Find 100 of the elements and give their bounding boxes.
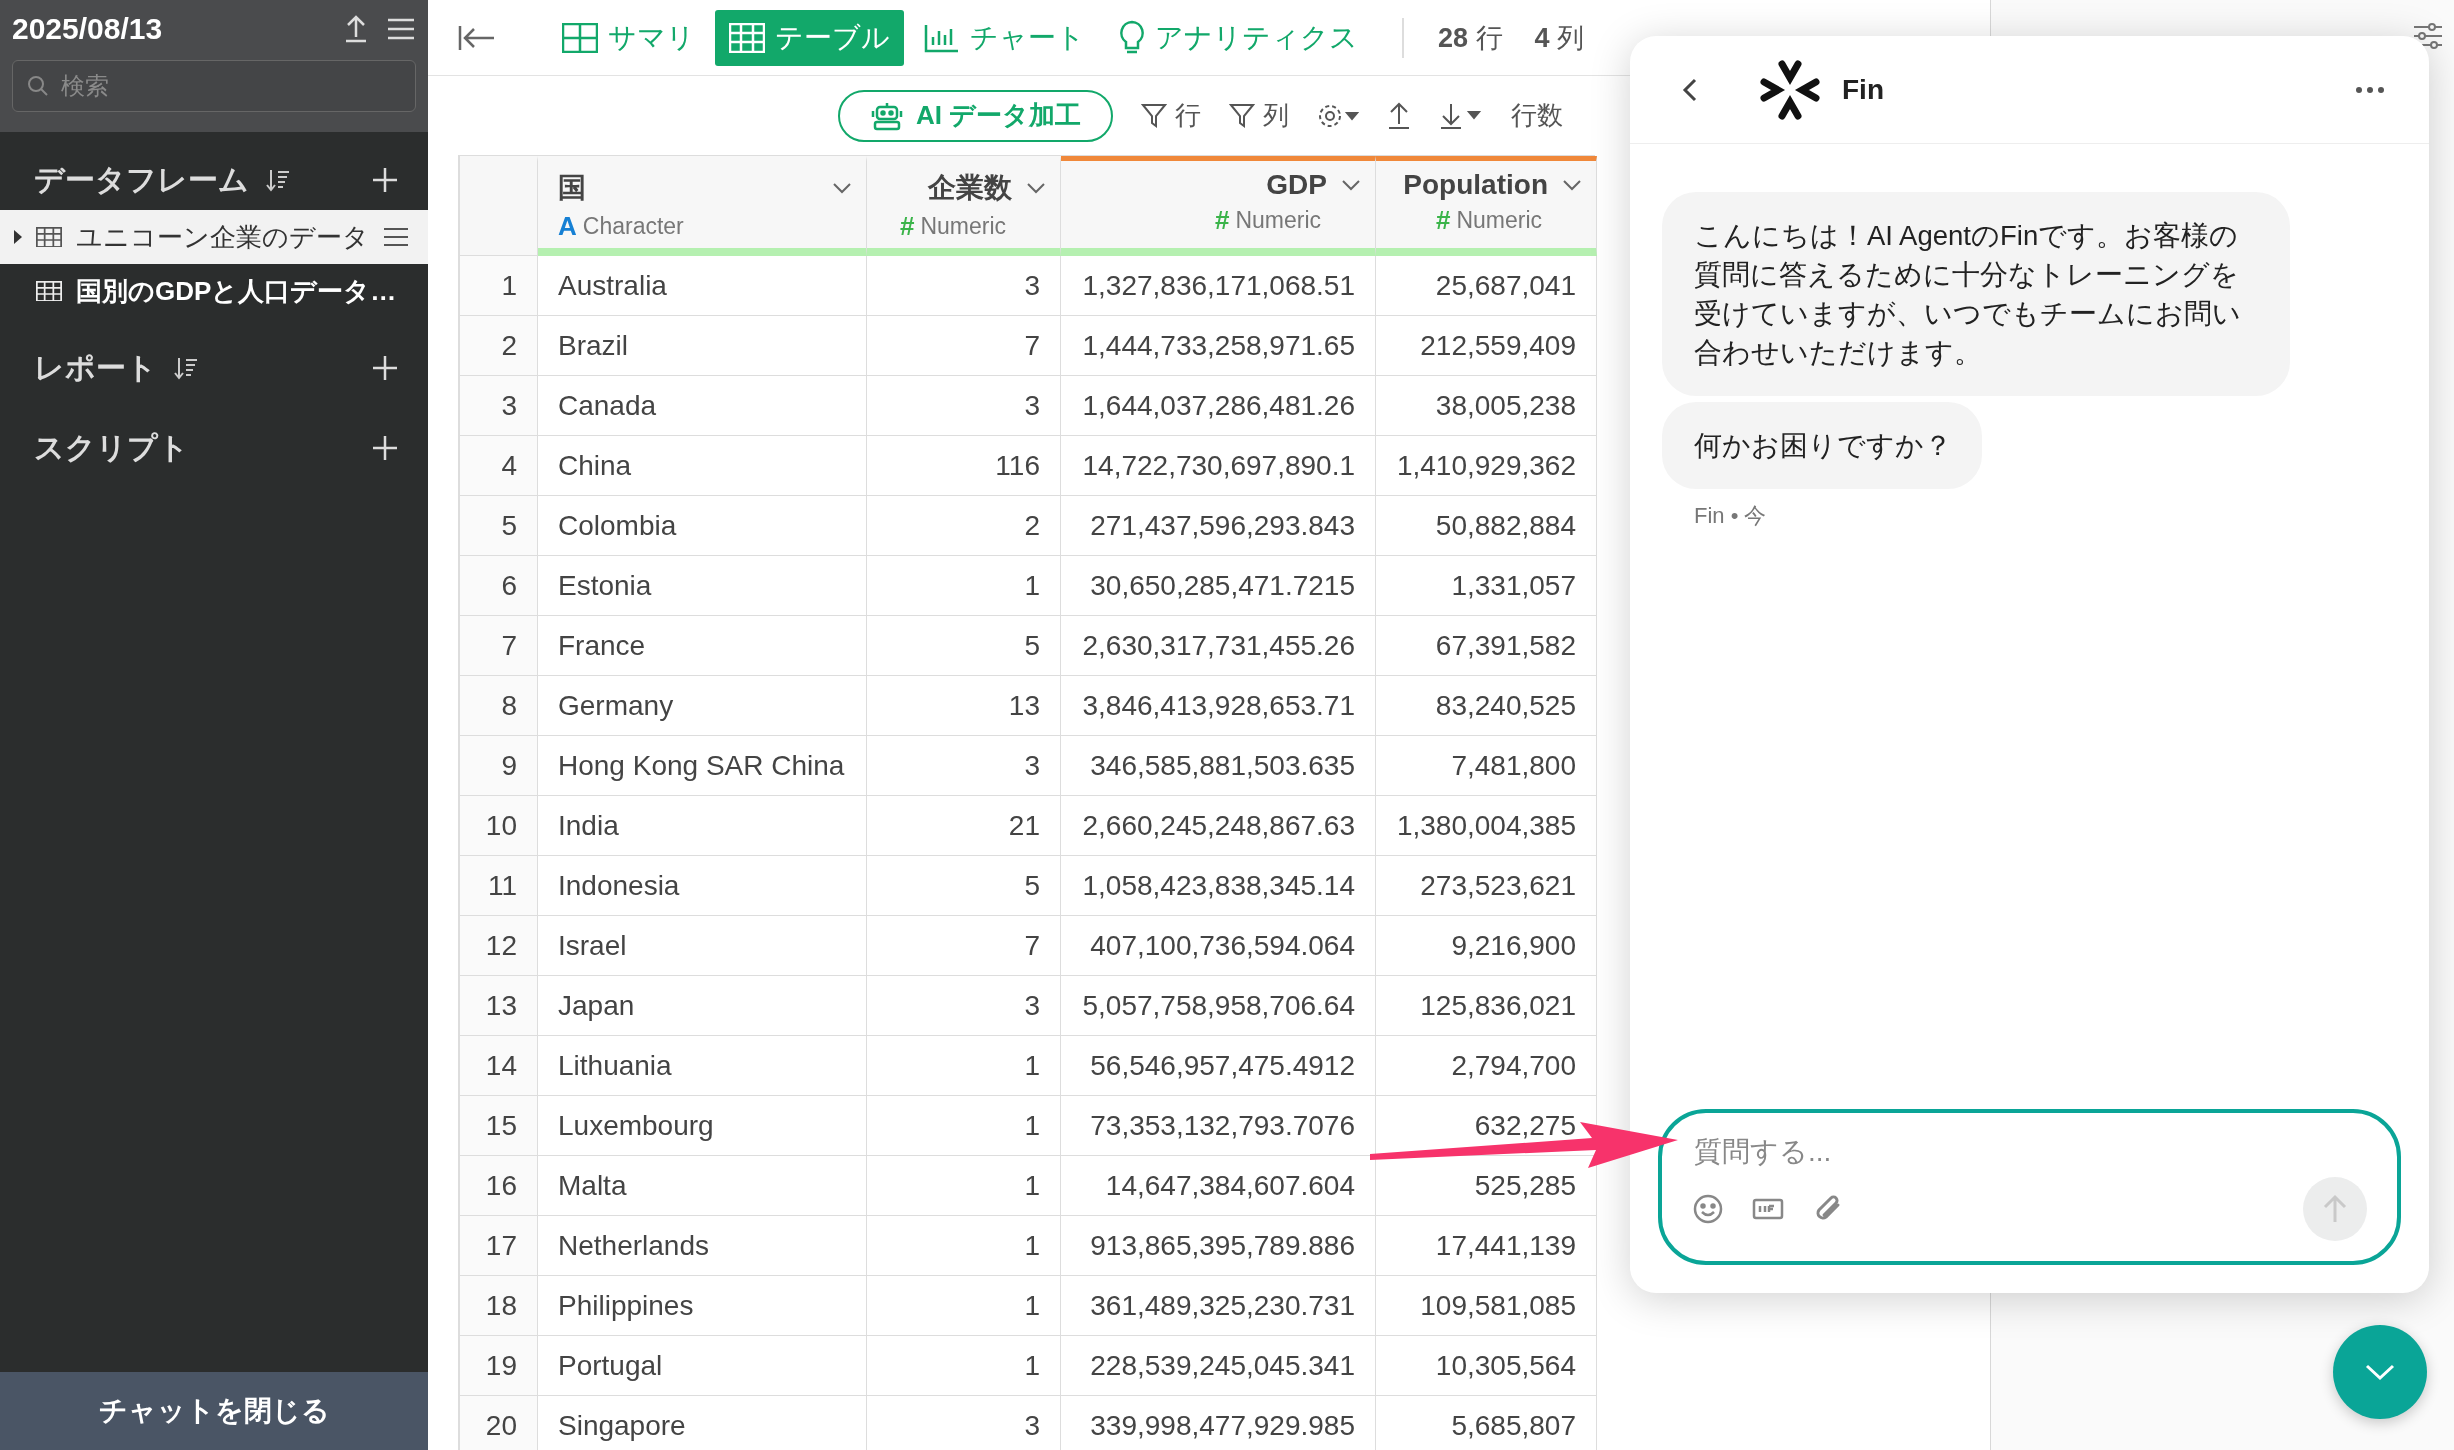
row-number: 6 <box>460 556 538 616</box>
table-cell: 228,539,245,045.341 <box>1061 1336 1376 1396</box>
search-field[interactable]: 検索 <box>59 71 401 101</box>
plus-icon[interactable] <box>372 167 398 193</box>
chevron-down-icon[interactable] <box>1026 182 1046 194</box>
gif-icon[interactable] <box>1752 1197 1784 1221</box>
sliders-icon[interactable] <box>2412 22 2444 50</box>
chevron-left-icon <box>1682 76 1698 103</box>
row-number: 4 <box>460 436 538 496</box>
table-cell: 3 <box>867 256 1061 316</box>
settings-icon <box>1317 102 1360 129</box>
row-number: 10 <box>460 796 538 856</box>
table-cell: 67,391,582 <box>1376 616 1597 676</box>
plus-icon[interactable] <box>372 435 398 461</box>
chevron-down-icon <box>2364 1363 2396 1381</box>
table-cell: 361,489,325,230.731 <box>1061 1276 1376 1336</box>
column-header[interactable]: 企業数 # Numeric <box>867 156 1061 256</box>
fin-logo-icon <box>1760 59 1820 120</box>
table-cell: 14,647,384,607.604 <box>1061 1156 1376 1216</box>
row-number: 7 <box>460 616 538 676</box>
table-cell: 9,216,900 <box>1376 916 1597 976</box>
table-cell: 1,644,037,286,481.26 <box>1061 376 1376 436</box>
dataframe-item[interactable]: ユニコーン企業のデータ <box>0 210 428 264</box>
row-number: 18 <box>460 1276 538 1336</box>
row-number: 1 <box>460 256 538 316</box>
menu-icon[interactable] <box>386 17 416 41</box>
collapse-left-icon[interactable] <box>458 23 496 52</box>
plus-icon[interactable] <box>372 355 398 381</box>
column-header[interactable]: GDP # Numeric <box>1061 156 1376 256</box>
table-icon <box>729 22 765 53</box>
table-cell: 125,836,021 <box>1376 976 1597 1036</box>
table-cell: 1,410,929,362 <box>1376 436 1597 496</box>
table-cell: Netherlands <box>538 1216 867 1276</box>
table-cell: 7 <box>867 916 1061 976</box>
table-cell: Estonia <box>538 556 867 616</box>
table-cell: Germany <box>538 676 867 736</box>
table-cell: 50,882,884 <box>1376 496 1597 556</box>
table-cell: 3 <box>867 376 1061 436</box>
table-cell: 346,585,881,503.635 <box>1061 736 1376 796</box>
table-cell: 1 <box>867 1216 1061 1276</box>
emoji-icon[interactable] <box>1692 1193 1724 1225</box>
table-icon <box>36 280 62 302</box>
chat-title: Fin <box>1842 73 1885 106</box>
project-title: 2025/08/13 <box>12 12 164 46</box>
table-icon <box>36 226 62 248</box>
table-cell: 83,240,525 <box>1376 676 1597 736</box>
column-header[interactable]: 国 A Character <box>538 156 867 256</box>
table-cell: 273,523,621 <box>1376 856 1597 916</box>
column-filter-button[interactable]: 列 <box>1229 98 1290 133</box>
table-cell: Australia <box>538 256 867 316</box>
row-number: 2 <box>460 316 538 376</box>
upload-icon <box>1387 101 1412 130</box>
table-cell: 913,865,395,789.886 <box>1061 1216 1376 1276</box>
row-number: 17 <box>460 1216 538 1276</box>
close-chat-button[interactable]: チャットを閉じる <box>0 1372 428 1450</box>
table-cell: Israel <box>538 916 867 976</box>
table-cell: China <box>538 436 867 496</box>
column-type: Numeric <box>920 213 1006 240</box>
table-cell: 17,441,139 <box>1376 1216 1597 1276</box>
table-cell: 407,100,736,594.064 <box>1061 916 1376 976</box>
dataframe-item[interactable]: 国別のGDPと人口データ… <box>0 264 428 318</box>
row-number: 3 <box>460 376 538 436</box>
table-cell: Brazil <box>538 316 867 376</box>
chat-message: こんにちは！AI AgentのFinです。お客様の質問に答えるために十分なトレーニングを受けていますが、いつでもチームにお問い合わせいただけます。 <box>1662 192 2290 396</box>
section-title: スクリプト <box>34 429 189 466</box>
table-cell: 5 <box>867 856 1061 916</box>
table-cell: Portugal <box>538 1336 867 1396</box>
settings-button[interactable] <box>1317 102 1360 129</box>
bar-chart-icon <box>924 22 960 53</box>
row-number: 13 <box>460 976 538 1036</box>
chevron-down-icon[interactable] <box>1562 179 1582 191</box>
table-cell: 1 <box>867 556 1061 616</box>
table-cell: Lithuania <box>538 1036 867 1096</box>
table-cell: 3 <box>867 736 1061 796</box>
row-filter-button[interactable]: 行 <box>1141 98 1202 133</box>
table-cell: 30,650,285,471.7215 <box>1061 556 1376 616</box>
row-number: 15 <box>460 1096 538 1156</box>
upload-icon[interactable] <box>344 15 368 43</box>
type-mark: # <box>899 211 915 242</box>
table-cell: 2 <box>867 496 1061 556</box>
upload-button[interactable] <box>1387 101 1412 130</box>
table-cell: 3,846,413,928,653.71 <box>1061 676 1376 736</box>
search-icon <box>27 75 49 97</box>
row-number: 8 <box>460 676 538 736</box>
chevron-down-icon[interactable] <box>832 182 852 194</box>
row-number: 12 <box>460 916 538 976</box>
column-header[interactable]: Population # Numeric <box>1376 156 1597 256</box>
row-count-button[interactable]: 行数 <box>1511 98 1564 133</box>
table-cell: 3 <box>867 976 1061 1036</box>
row-number: 11 <box>460 856 538 916</box>
search-box[interactable]: 検索 <box>12 60 416 112</box>
count-label: 28 行 <box>1438 21 1503 55</box>
table-cell: 14,722,730,697,890.1 <box>1061 436 1376 496</box>
table-cell: 7,481,800 <box>1376 736 1597 796</box>
column-name: Population <box>1403 169 1548 201</box>
table-cell: Indonesia <box>538 856 867 916</box>
chevron-down-icon[interactable] <box>1341 179 1361 191</box>
download-button[interactable] <box>1439 101 1484 130</box>
row-number: 19 <box>460 1336 538 1396</box>
table-cell: 25,687,041 <box>1376 256 1597 316</box>
